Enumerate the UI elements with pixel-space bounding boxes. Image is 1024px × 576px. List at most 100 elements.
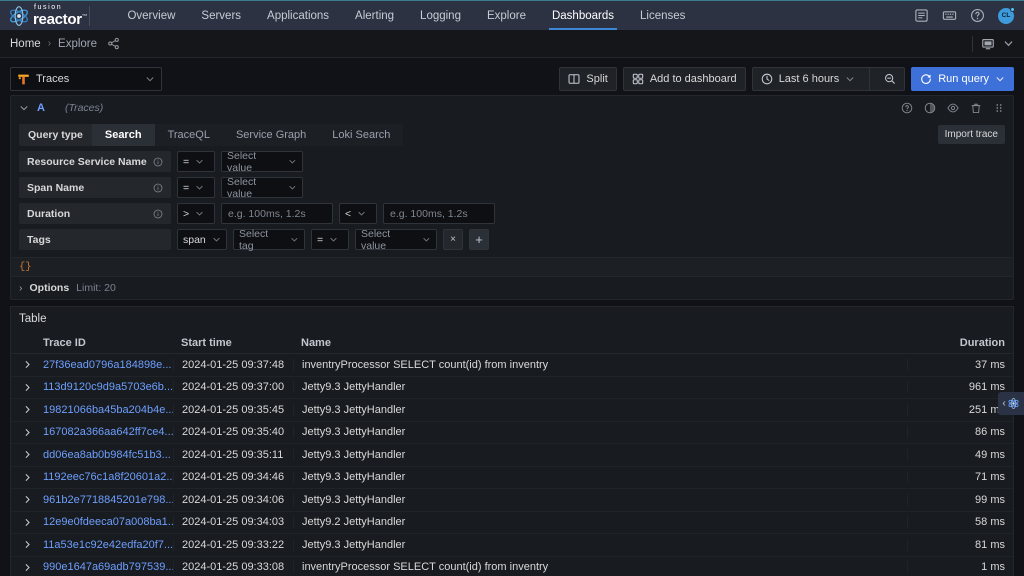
duration-min-operator-select[interactable]: > [177,203,215,224]
info-icon[interactable] [153,209,163,219]
datasource-name: Traces [36,73,70,85]
trace-id-link[interactable]: 27f36ead0796a184898e... [43,359,173,371]
trace-id-link[interactable]: 12e9e0fdeeca07a008ba1... [43,516,173,528]
resource-service-name-value-select[interactable]: Select value [221,150,303,174]
span-name-operator-select[interactable]: = [177,177,215,198]
query-header-actions [901,102,1005,114]
nav-item-servers[interactable]: Servers [188,1,254,30]
duration-min-input[interactable]: e.g. 100ms, 1.2s [221,203,333,224]
query-ref-id[interactable]: A [37,102,45,114]
table-row[interactable]: 167082a366aa642ff7ce4... 2024-01-25 09:35… [11,422,1013,444]
duplicate-query-icon[interactable] [924,102,936,114]
table-row[interactable]: 113d9120c9d9a5703e6b... 2024-01-25 09:37:… [11,377,1013,399]
user-avatar[interactable]: CL [998,6,1015,24]
tab-traceql[interactable]: TraceQL [154,124,223,146]
expand-row-button[interactable] [11,360,43,369]
table-row[interactable]: 961b2e7718845201e798... 2024-01-25 09:34:… [11,489,1013,512]
expand-row-button[interactable] [11,473,43,482]
expand-row-button[interactable] [11,495,43,504]
expand-row-button[interactable] [11,450,43,459]
keyboard-icon[interactable] [942,8,957,23]
duration-max-input[interactable]: e.g. 100ms, 1.2s [383,203,495,224]
column-header-start-time[interactable]: Start time [173,337,293,349]
options-expand-chevron-icon[interactable]: › [19,282,23,294]
chevron-left-icon: ‹ [1002,398,1006,409]
tab-service-graph[interactable]: Service Graph [222,124,320,146]
tv-kiosk-icon[interactable] [981,37,995,51]
tag-scope-select[interactable]: span [177,229,227,250]
tag-operator-select[interactable]: = [311,229,349,250]
table-row[interactable]: 990e1647a69adb797539... 2024-01-25 09:33:… [11,557,1013,576]
breadcrumb-home[interactable]: Home [10,38,41,50]
expand-row-button[interactable] [11,518,43,527]
chevron-right-icon [25,496,30,504]
nav-item-overview[interactable]: Overview [114,1,188,30]
chevron-down-icon[interactable] [1003,38,1014,49]
trace-id-link[interactable]: 11a53e1c92e42edfa20f7... [43,539,173,551]
trace-name: inventryProcessor SELECT count(id) from … [293,358,907,371]
share-icon[interactable] [107,37,120,50]
trace-id-link[interactable]: 113d9120c9d9a5703e6b... [43,381,173,393]
zoom-out-time-button[interactable] [876,68,904,90]
resource-service-name-operator-select[interactable]: = [177,151,215,172]
dashboard-grid-icon [632,73,644,85]
news-icon[interactable] [914,8,929,23]
expand-row-button[interactable] [11,540,43,549]
column-header-duration[interactable]: Duration [907,337,1013,349]
nav-item-dashboards[interactable]: Dashboards [539,1,627,30]
nav-item-licenses[interactable]: Licenses [627,1,698,30]
tab-loki-search[interactable]: Loki Search [319,124,404,146]
trace-id-link[interactable]: 1192eec76c1a8f20601a2... [43,471,173,483]
trace-id-link[interactable]: 19821066ba45ba204b4e... [43,404,173,416]
expand-row-button[interactable] [11,428,43,437]
column-header-name[interactable]: Name [293,337,907,349]
table-row[interactable]: dd06ea8ab0b984fc51b3... 2024-01-25 09:35:… [11,444,1013,467]
remove-query-icon[interactable] [970,102,982,114]
import-trace-button[interactable]: Import trace [937,125,1005,144]
split-button[interactable]: Split [559,67,617,91]
nav-item-applications[interactable]: Applications [254,1,342,30]
add-to-dashboard-button[interactable]: Add to dashboard [622,67,746,91]
time-range-picker[interactable]: Last 6 hours [753,68,864,90]
options-label[interactable]: Options [30,282,70,294]
span-name-value-select[interactable]: Select value [221,176,303,200]
expand-row-button[interactable] [11,563,43,572]
nav-item-explore[interactable]: Explore [474,1,539,30]
table-row[interactable]: 11a53e1c92e42edfa20f7... 2024-01-25 09:33… [11,534,1013,557]
help-icon[interactable] [970,8,985,23]
zoom-out-icon [885,74,896,84]
column-header-trace-id[interactable]: Trace ID [43,337,173,349]
collapse-query-chevron-icon[interactable] [19,103,29,113]
info-icon[interactable] [153,183,163,193]
datasource-picker[interactable]: Traces [10,67,162,91]
tag-key-select[interactable]: Select tag [233,228,305,252]
fusionreactor-panel-pull-tab[interactable]: ‹ [998,392,1024,415]
query-options-row[interactable]: › Options Limit: 20 [11,277,1013,299]
fusionreactor-logo[interactable]: fusion reactor™ [0,1,100,30]
expand-row-button[interactable] [11,383,43,392]
add-tag-button[interactable]: + [469,229,489,250]
trace-duration: 1 ms [907,561,1013,574]
table-row[interactable]: 12e9e0fdeeca07a008ba1... 2024-01-25 09:34… [11,512,1013,534]
breadcrumb-explore[interactable]: Explore [58,38,97,50]
tag-value-select[interactable]: Select value [355,228,437,252]
trace-id-link[interactable]: 167082a366aa642ff7ce4... [43,426,173,438]
query-help-icon[interactable] [901,102,913,114]
duration-max-operator-select[interactable]: < [339,203,377,224]
run-query-button[interactable]: Run query [911,67,1014,91]
info-icon[interactable] [153,157,163,167]
trace-id-link[interactable]: 990e1647a69adb797539... [43,561,173,573]
expand-row-button[interactable] [11,405,43,414]
trace-id-link[interactable]: dd06ea8ab0b984fc51b3... [43,449,173,461]
table-row[interactable]: 27f36ead0796a184898e... 2024-01-25 09:37:… [11,354,1013,377]
remove-tag-button[interactable]: × [443,229,463,250]
table-row[interactable]: 1192eec76c1a8f20601a2... 2024-01-25 09:34… [11,467,1013,489]
trace-name: Jetty9.2 JettyHandler [293,516,907,529]
drag-handle-icon[interactable] [993,102,1005,114]
tab-search[interactable]: Search [91,124,155,146]
trace-id-link[interactable]: 961b2e7718845201e798... [43,494,173,506]
nav-item-alerting[interactable]: Alerting [342,1,407,30]
nav-item-logging[interactable]: Logging [407,1,474,30]
table-row[interactable]: 19821066ba45ba204b4e... 2024-01-25 09:35:… [11,399,1013,422]
hide-response-icon[interactable] [947,102,959,114]
